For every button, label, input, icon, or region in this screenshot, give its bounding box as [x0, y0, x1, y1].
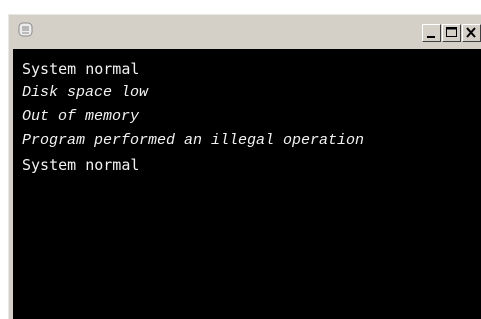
- close-button[interactable]: [462, 24, 481, 42]
- minimize-button[interactable]: [422, 24, 441, 42]
- console-line: System normal: [22, 156, 140, 174]
- console-line: Program performed an illegal operation: [22, 132, 365, 149]
- console-line: Disk space low: [22, 84, 149, 101]
- console-line: System normal: [22, 60, 140, 78]
- console-window: System normal Disk space low Out of memo…: [8, 14, 481, 319]
- caption-buttons: [421, 24, 481, 42]
- console-line: Out of memory: [22, 108, 140, 125]
- maximize-button[interactable]: [442, 24, 461, 42]
- console-app-icon[interactable]: [17, 21, 35, 39]
- title-bar[interactable]: [11, 17, 481, 47]
- close-icon: [466, 27, 476, 38]
- console-output[interactable]: System normal Disk space low Out of memo…: [13, 49, 481, 319]
- maximize-icon: [446, 27, 457, 37]
- minimize-icon: [427, 36, 435, 38]
